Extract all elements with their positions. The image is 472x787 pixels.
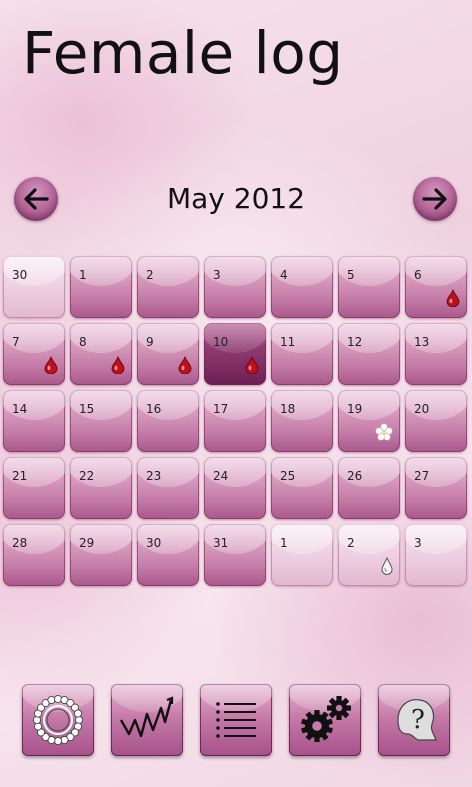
calendar-day[interactable]: 19: [338, 390, 400, 452]
app-title: Female log: [22, 19, 344, 87]
day-number: 16: [146, 402, 162, 416]
day-number: 6: [414, 268, 422, 282]
calendar-day[interactable]: 30: [3, 256, 65, 318]
calendar-day[interactable]: 13: [405, 323, 467, 385]
day-number: 21: [12, 469, 28, 483]
day-number: 23: [146, 469, 162, 483]
day-number: 25: [280, 469, 296, 483]
calendar-day[interactable]: 6: [405, 256, 467, 318]
calendar-day[interactable]: 1: [271, 524, 333, 586]
day-number: 8: [79, 335, 87, 349]
day-number: 10: [213, 335, 229, 349]
calendar-day[interactable]: 28: [3, 524, 65, 586]
calendar-day[interactable]: 29: [70, 524, 132, 586]
day-number: 14: [12, 402, 28, 416]
calendar-day[interactable]: 5: [338, 256, 400, 318]
day-number: 22: [79, 469, 95, 483]
day-number: 15: [79, 402, 95, 416]
calendar-day[interactable]: 20: [405, 390, 467, 452]
calendar-day[interactable]: 17: [204, 390, 266, 452]
cycle-ring-button[interactable]: [22, 684, 94, 756]
calendar-day[interactable]: 16: [137, 390, 199, 452]
day-number: 19: [347, 402, 363, 416]
calendar-day[interactable]: 3: [204, 256, 266, 318]
settings-button[interactable]: [289, 684, 361, 756]
svg-text:?: ?: [411, 705, 425, 735]
day-number: 2: [347, 536, 355, 550]
calendar-day-today[interactable]: 10: [204, 323, 266, 385]
calendar-day[interactable]: 9: [137, 323, 199, 385]
calendar-day[interactable]: 11: [271, 323, 333, 385]
calendar-day[interactable]: 4: [271, 256, 333, 318]
day-number: 4: [280, 268, 288, 282]
day-number: 1: [280, 536, 288, 550]
day-number: 26: [347, 469, 363, 483]
day-number: 12: [347, 335, 363, 349]
day-number: 1: [79, 268, 87, 282]
day-number: 11: [280, 335, 296, 349]
day-number: 3: [213, 268, 221, 282]
blood-drop-icon: [178, 355, 192, 378]
calendar-grid: 30 1 2 3 4 5 6 7 8 9 10 11 12 13 14 15 16 17 18 19 20 21 22 23 2…: [3, 256, 467, 586]
day-number: 7: [12, 335, 20, 349]
day-number: 20: [414, 402, 430, 416]
arrow-right-icon: [422, 188, 447, 210]
bottom-toolbar: ?: [22, 684, 450, 758]
calendar-day[interactable]: 2: [338, 524, 400, 586]
help-button[interactable]: ?: [378, 684, 450, 756]
day-number: 24: [213, 469, 229, 483]
blood-drop-icon: [44, 355, 58, 378]
calendar-day[interactable]: 3: [405, 524, 467, 586]
calendar-day[interactable]: 1: [70, 256, 132, 318]
calendar-day[interactable]: 24: [204, 457, 266, 519]
water-drop-icon: [381, 556, 393, 579]
day-number: 13: [414, 335, 430, 349]
calendar-day[interactable]: 27: [405, 457, 467, 519]
blood-drop-icon: [446, 288, 460, 311]
calendar-day[interactable]: 18: [271, 390, 333, 452]
calendar-day[interactable]: 31: [204, 524, 266, 586]
day-number: 5: [347, 268, 355, 282]
day-number: 30: [12, 268, 28, 282]
day-number: 17: [213, 402, 229, 416]
calendar-day[interactable]: 22: [70, 457, 132, 519]
calendar-day[interactable]: 23: [137, 457, 199, 519]
day-number: 9: [146, 335, 154, 349]
chart-button[interactable]: [111, 684, 183, 756]
day-number: 18: [280, 402, 296, 416]
day-number: 2: [146, 268, 154, 282]
day-number: 29: [79, 536, 95, 550]
calendar-day[interactable]: 8: [70, 323, 132, 385]
calendar-day[interactable]: 2: [137, 256, 199, 318]
calendar-day[interactable]: 25: [271, 457, 333, 519]
calendar-day[interactable]: 15: [70, 390, 132, 452]
list-button[interactable]: [200, 684, 272, 756]
month-title: May 2012: [166, 182, 306, 215]
flower-icon: [375, 423, 393, 445]
calendar-day[interactable]: 21: [3, 457, 65, 519]
calendar-day[interactable]: 12: [338, 323, 400, 385]
blood-drop-icon: [245, 355, 259, 378]
day-number: 28: [12, 536, 28, 550]
calendar-day[interactable]: 7: [3, 323, 65, 385]
calendar-day[interactable]: 30: [137, 524, 199, 586]
day-number: 31: [213, 536, 229, 550]
day-number: 30: [146, 536, 162, 550]
next-month-button[interactable]: [413, 177, 457, 221]
blood-drop-icon: [111, 355, 125, 378]
day-number: 3: [414, 536, 422, 550]
day-number: 27: [414, 469, 430, 483]
calendar-day[interactable]: 14: [3, 390, 65, 452]
calendar-day[interactable]: 26: [338, 457, 400, 519]
